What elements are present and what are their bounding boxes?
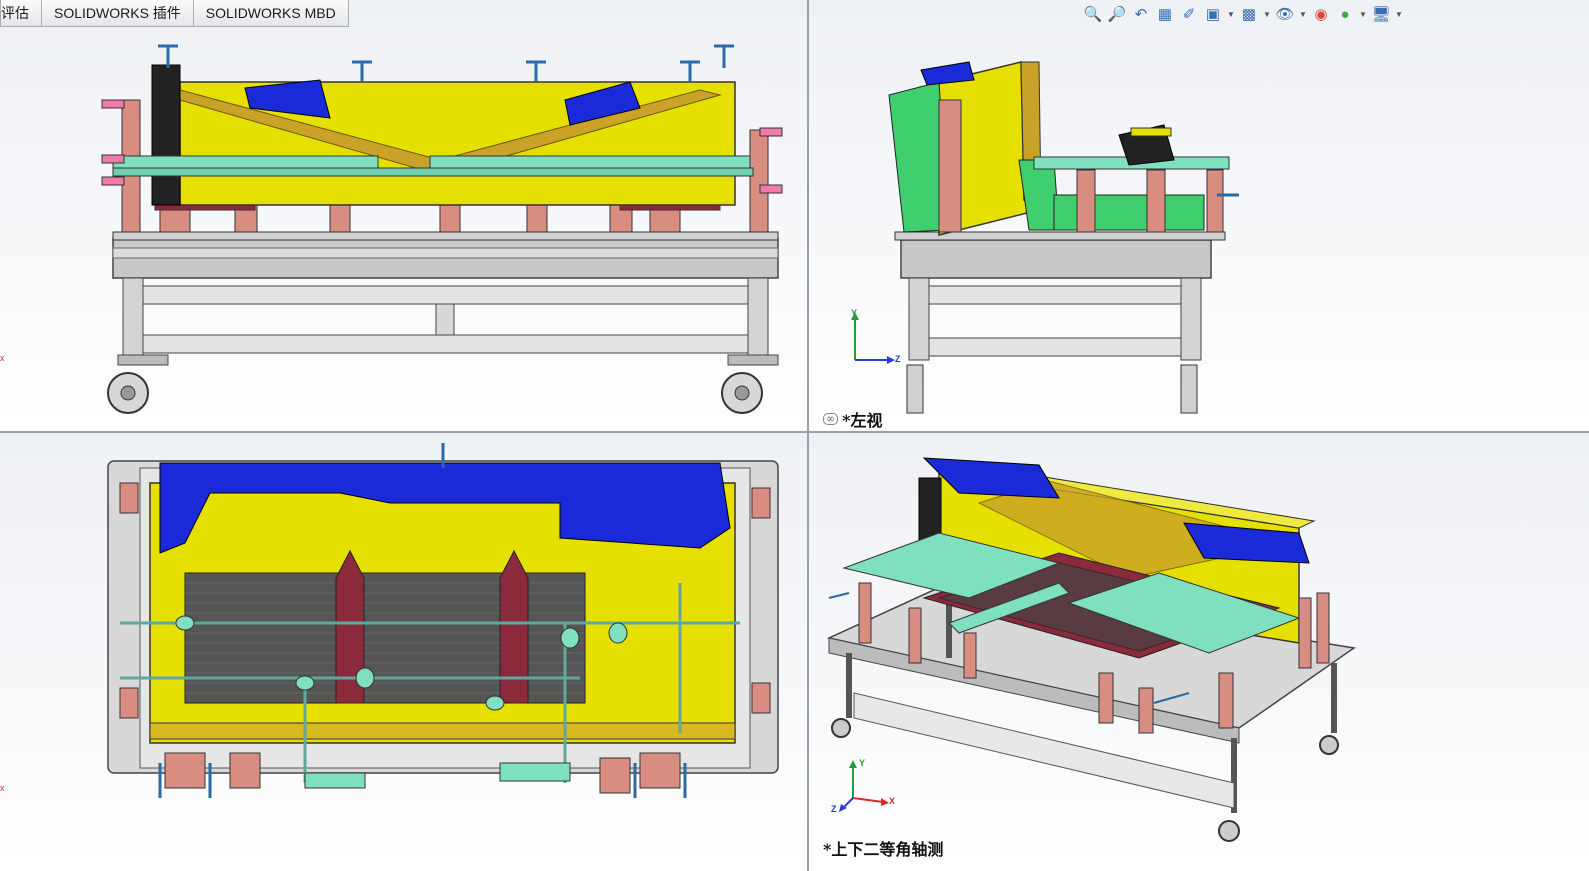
top-view-model (107, 443, 779, 798)
chevron-down-icon[interactable]: ▼ (1227, 4, 1235, 24)
display-style-icon[interactable]: ▩ (1239, 4, 1259, 24)
vertical-split-bar[interactable] (807, 0, 809, 871)
view-label: *上下二等角轴测 (823, 840, 944, 859)
viewport-front[interactable]: x (0, 0, 807, 431)
x-axis-marker: x (0, 353, 5, 363)
triad-z-label: Z (831, 804, 837, 814)
tab-solidworks-addins[interactable]: SOLIDWORKS 插件 (41, 0, 194, 27)
edit-appearance-icon[interactable]: ◉ (1311, 4, 1331, 24)
link-view-icon[interactable]: ∞ (823, 413, 839, 425)
triad-y-label: Y (851, 308, 858, 318)
horizontal-split-bar[interactable] (0, 431, 1589, 433)
viewport-left-view[interactable]: Y Z ∞ *左视 (809, 0, 1589, 431)
chevron-down-icon[interactable]: ▼ (1299, 4, 1307, 24)
triad-z-label: Z (895, 354, 901, 364)
x-axis-marker: x (0, 783, 5, 793)
heads-up-view-toolbar: 🔍 🔎 ↶ ▦ ✐ ▣ ▼ ▩ ▼ 👁 ▼ ◉ ● ▼ 🖥 ▼ (1083, 4, 1403, 24)
chevron-down-icon[interactable]: ▼ (1359, 4, 1367, 24)
zoom-to-fit-icon[interactable]: 🔍 (1083, 4, 1103, 24)
hide-show-items-icon[interactable]: 👁 (1275, 4, 1295, 24)
previous-view-icon[interactable]: ↶ (1131, 4, 1151, 24)
command-manager-tabs: 评估 SOLIDWORKS 插件 SOLIDWORKS MBD (0, 0, 349, 28)
tab-solidworks-mbd[interactable]: SOLIDWORKS MBD (192, 0, 349, 27)
view-orientation-icon[interactable]: ▣ (1203, 4, 1223, 24)
apply-scene-icon[interactable]: ● (1335, 4, 1355, 24)
view-settings-icon[interactable]: 🖥 (1371, 4, 1391, 24)
chevron-down-icon[interactable]: ▼ (1263, 4, 1271, 24)
isometric-model (826, 457, 1356, 842)
view-label: *左视 (842, 411, 883, 430)
tab-evaluate[interactable]: 评估 (0, 0, 42, 27)
left-view-model (888, 61, 1239, 414)
viewport-top-view[interactable]: x (0, 433, 807, 871)
triad-y-label: Y (859, 758, 866, 768)
viewport-isometric[interactable]: Y X Z *上下二等角轴测 (809, 433, 1589, 871)
front-view-model (101, 44, 783, 414)
triad-x-label: X (889, 796, 896, 806)
zoom-to-area-icon[interactable]: 🔎 (1107, 4, 1127, 24)
dynamic-annotation-icon[interactable]: ✐ (1179, 4, 1199, 24)
chevron-down-icon[interactable]: ▼ (1395, 4, 1403, 24)
section-view-icon[interactable]: ▦ (1155, 4, 1175, 24)
